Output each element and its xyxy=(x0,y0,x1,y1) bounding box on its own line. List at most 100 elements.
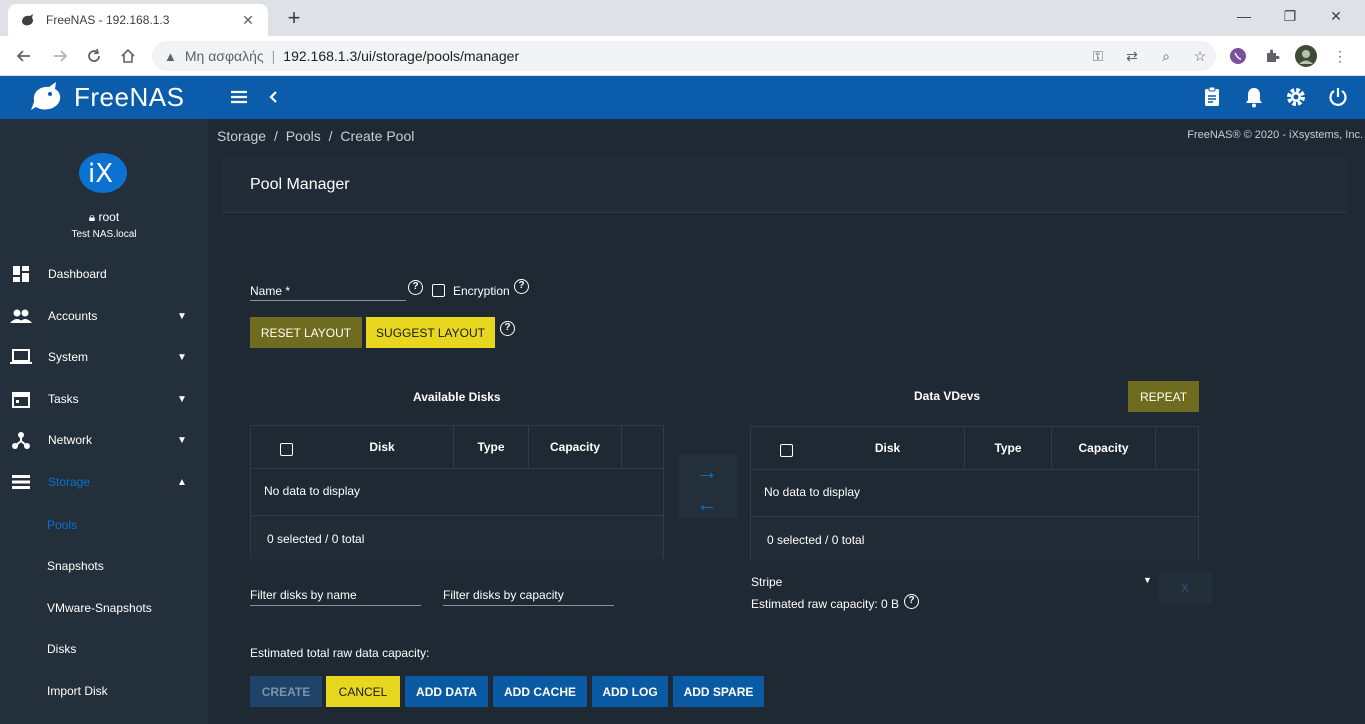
translate-icon[interactable]: ⇄ xyxy=(1122,46,1142,66)
reload-icon[interactable] xyxy=(82,44,106,68)
sidebar-label: Accounts xyxy=(48,309,98,323)
sidebar-item-tasks[interactable]: Tasks ▼ xyxy=(0,379,208,419)
sidebar-item-system[interactable]: System ▼ xyxy=(0,337,208,377)
breadcrumb: Storage / Pools / Create Pool xyxy=(217,128,418,144)
sidebar-label: Network xyxy=(48,433,93,447)
caret-down-icon: ▼ xyxy=(177,310,187,322)
create-button[interactable]: CREATE xyxy=(250,676,322,707)
address-bar[interactable]: ▲ Μη ασφαλής | 192.168.1.3/ui/storage/po… xyxy=(152,41,1216,71)
column-disk[interactable]: Disk xyxy=(311,426,454,469)
column-capacity[interactable]: Capacity xyxy=(529,426,622,469)
add-spare-button[interactable]: ADD SPARE xyxy=(673,676,764,707)
sidebar-item-accounts[interactable]: Accounts ▼ xyxy=(0,296,208,336)
column-disk[interactable]: Disk xyxy=(811,427,965,470)
zoom-icon[interactable]: ⌕ xyxy=(1156,46,1176,66)
filter-by-capacity-input[interactable]: Filter disks by capacity xyxy=(443,588,564,602)
power-icon[interactable] xyxy=(1327,86,1349,108)
suggest-layout-help-icon[interactable]: ? xyxy=(500,321,515,336)
sidebar-subitem-import-disk[interactable]: Import Disk xyxy=(47,684,108,698)
lock-icon: 🔒︎ xyxy=(88,210,96,224)
empty-message: No data to display xyxy=(764,485,861,499)
encryption-checkbox[interactable] xyxy=(432,284,445,297)
hamburger-menu-icon[interactable] xyxy=(228,86,250,108)
forward-icon[interactable] xyxy=(48,44,72,68)
cancel-button[interactable]: CANCEL xyxy=(326,676,400,707)
column-type[interactable]: Type xyxy=(965,427,1052,470)
breadcrumb-separator: / xyxy=(328,128,333,144)
select-all-checkbox[interactable] xyxy=(280,443,293,456)
dashboard-icon xyxy=(10,263,32,285)
add-cache-button[interactable]: ADD CACHE xyxy=(493,676,587,707)
encryption-help-icon[interactable]: ? xyxy=(514,279,529,294)
raw-capacity: Estimated raw capacity: 0 B xyxy=(751,597,900,611)
collapse-sidebar-icon[interactable] xyxy=(264,86,284,108)
window-close-icon[interactable]: ✕ xyxy=(1313,0,1359,32)
settings-gear-icon[interactable] xyxy=(1285,86,1307,108)
selection-count: 0 selected / 0 total xyxy=(767,533,865,547)
sidebar-subitem-snapshots[interactable]: Snapshots xyxy=(47,559,104,573)
filter-capacity-underline xyxy=(443,605,614,606)
select-all-checkbox[interactable] xyxy=(780,444,793,457)
restore-icon[interactable]: ❐ xyxy=(1267,0,1313,32)
breadcrumb-separator: / xyxy=(273,128,278,144)
sidebar-item-storage[interactable]: Storage ▲ xyxy=(0,462,208,502)
reset-layout-button[interactable]: RESET LAYOUT xyxy=(250,317,362,348)
select-chevron-down-icon[interactable]: ▼ xyxy=(1143,575,1152,585)
remove-vdev-button[interactable]: X xyxy=(1158,573,1212,603)
card-header xyxy=(222,157,1347,213)
add-data-button[interactable]: ADD DATA xyxy=(405,676,488,707)
column-capacity[interactable]: Capacity xyxy=(1052,427,1156,470)
name-field[interactable]: Name * xyxy=(250,284,290,298)
selection-count: 0 selected / 0 total xyxy=(267,532,365,546)
repeat-button[interactable]: REPEAT xyxy=(1128,381,1199,412)
bookmark-star-icon[interactable]: ☆ xyxy=(1190,46,1210,66)
new-tab-icon[interactable]: + xyxy=(282,6,306,30)
empty-message: No data to display xyxy=(264,484,361,498)
name-help-icon[interactable]: ? xyxy=(408,280,423,295)
logo-text: FreeNAS xyxy=(74,81,185,112)
sidebar-subitem-pools[interactable]: Pools xyxy=(47,518,77,532)
back-icon[interactable] xyxy=(12,44,36,68)
freenas-logo[interactable]: FreeNAS xyxy=(30,80,184,114)
sidebar-label: System xyxy=(48,350,89,364)
sidebar-subitem-disks[interactable]: Disks xyxy=(47,642,76,656)
add-log-button[interactable]: ADD LOG xyxy=(592,676,668,707)
browser-toolbar: ▲ Μη ασφαλής | 192.168.1.3/ui/storage/po… xyxy=(0,36,1365,76)
sidebar-item-network[interactable]: Network ▼ xyxy=(0,420,208,460)
tab-close-icon[interactable]: ✕ xyxy=(240,12,256,29)
browser-tab[interactable]: FreeNAS - 192.168.1.3 ✕ xyxy=(8,4,268,36)
warning-icon[interactable]: ▲ xyxy=(164,49,177,64)
ixsystems-logo-icon: iX xyxy=(79,153,127,193)
browser-menu-icon[interactable]: ⋮ xyxy=(1328,44,1352,68)
sidebar-item-dashboard[interactable]: Dashboard xyxy=(0,254,208,294)
profile-avatar[interactable] xyxy=(1294,44,1318,68)
browser-tabbar: FreeNAS - 192.168.1.3 ✕ + — ❐ ✕ xyxy=(0,0,1365,36)
laptop-icon xyxy=(10,346,32,368)
clipboard-icon[interactable] xyxy=(1201,86,1223,108)
breadcrumb-pools[interactable]: Pools xyxy=(286,128,321,144)
url-text[interactable]: 192.168.1.3/ui/storage/pools/manager xyxy=(283,48,519,64)
table-header: Disk Type Capacity xyxy=(251,426,663,469)
viber-extension-icon[interactable] xyxy=(1226,44,1250,68)
home-icon[interactable] xyxy=(116,44,140,68)
vdev-layout-select[interactable]: Stripe xyxy=(751,575,782,589)
minimize-icon[interactable]: — xyxy=(1221,0,1267,32)
filter-by-name-input[interactable]: Filter disks by name xyxy=(250,588,357,602)
available-disks-table: Disk Type Capacity No data to display 0 … xyxy=(250,425,664,559)
insecure-label: Μη ασφαλής xyxy=(184,48,264,64)
key-icon[interactable]: ⚿ xyxy=(1088,46,1108,66)
raw-capacity-help-icon[interactable]: ? xyxy=(904,594,919,609)
svg-text:iX: iX xyxy=(88,159,113,189)
breadcrumb-create-pool: Create Pool xyxy=(340,128,415,144)
available-disks-title: Available Disks xyxy=(413,390,501,404)
extensions-puzzle-icon[interactable] xyxy=(1260,44,1284,68)
column-type[interactable]: Type xyxy=(454,426,529,469)
breadcrumb-storage[interactable]: Storage xyxy=(217,128,266,144)
sidebar-subitem-vmware-snapshots[interactable]: VMware-Snapshots xyxy=(47,601,152,615)
sidebar: iX 🔒︎ root Test NAS.local Dashboard Acco… xyxy=(0,119,208,724)
notifications-bell-icon[interactable] xyxy=(1243,86,1265,108)
suggest-layout-button[interactable]: SUGGEST LAYOUT xyxy=(366,317,495,348)
calendar-icon xyxy=(10,388,32,410)
move-right-arrow-icon[interactable]: → xyxy=(694,459,720,485)
move-left-arrow-icon[interactable]: ← xyxy=(694,491,720,517)
